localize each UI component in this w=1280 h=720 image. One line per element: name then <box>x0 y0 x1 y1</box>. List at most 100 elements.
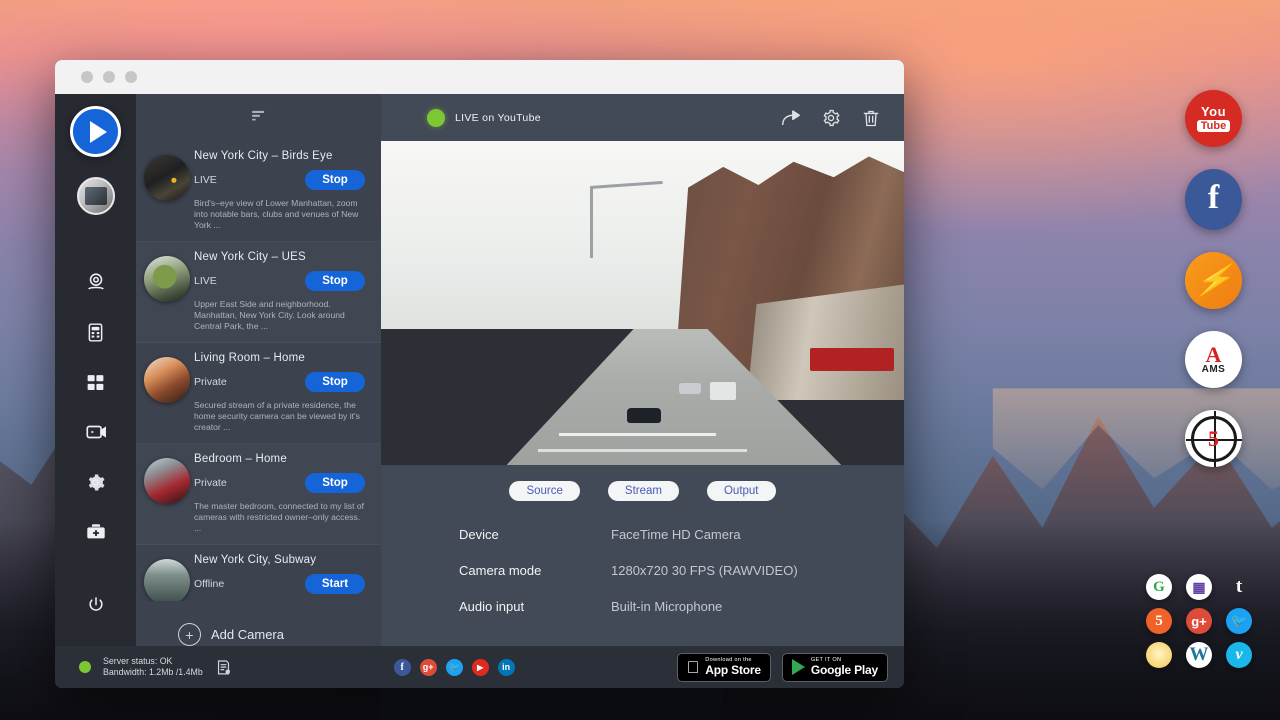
detail-label-audio-input: Audio input <box>459 599 611 614</box>
window-minimize-button[interactable] <box>103 71 115 83</box>
dock-wordpress[interactable]: W <box>1186 642 1212 668</box>
nav-item-power[interactable] <box>86 595 106 620</box>
dock-sun[interactable] <box>1146 642 1172 668</box>
camera-list-item[interactable]: New York City, Subway Offline Start New … <box>136 545 381 601</box>
window-maximize-button[interactable] <box>125 71 137 83</box>
server-status-dot <box>79 661 91 673</box>
social-googleplus[interactable]: g+ <box>420 659 437 676</box>
camera-list-item[interactable]: Bedroom – Home Private Stop The master b… <box>136 444 381 545</box>
tab-stream[interactable]: Stream <box>608 481 679 501</box>
tab-source[interactable]: Source <box>509 481 579 501</box>
video-car <box>627 408 661 423</box>
camera-title: New York City, Subway <box>194 554 371 566</box>
nav-avatar[interactable] <box>77 177 115 215</box>
desktop-dock: You Tube f ⚡ A AMS 5 <box>1185 90 1242 467</box>
server-status-text: Server status: OK <box>103 656 203 667</box>
camera-thumbnail <box>144 155 190 201</box>
statusbar-social-links: f g+ 🐦 ▶ in <box>394 659 515 676</box>
social-facebook[interactable]: f <box>394 659 411 676</box>
camera-description: Secured stream of a private residence, t… <box>194 400 371 433</box>
apple-logo-icon:  <box>687 659 700 676</box>
gear-icon <box>85 472 106 493</box>
dock-tumblr[interactable]: t <box>1226 574 1252 600</box>
live-indicator-dot <box>427 109 445 127</box>
app-window: New York City – Birds Eye LIVE Stop Bird… <box>55 60 904 688</box>
nav-item-device[interactable] <box>71 307 121 357</box>
camera-thumbnail <box>144 458 190 504</box>
detail-value-camera-mode[interactable]: 1280x720 30 FPS (RAWVIDEO) <box>611 563 798 578</box>
camera-action-button[interactable]: Start <box>305 574 365 594</box>
source-details: Device FaceTime HD Camera Camera mode 12… <box>381 501 904 646</box>
camera-title: New York City – UES <box>194 251 371 263</box>
tablet-device-icon <box>85 322 106 343</box>
adobe-a-icon: A <box>1206 345 1222 365</box>
dock-googleplus[interactable]: g+ <box>1186 608 1212 634</box>
tab-output[interactable]: Output <box>707 481 776 501</box>
detail-label-camera-mode: Camera mode <box>459 563 611 578</box>
video-streetlight-pole <box>590 186 593 257</box>
video-red-awning <box>810 348 894 371</box>
google-play-big-label: Google Play <box>811 664 878 676</box>
camera-description: Bird's–eye view of Lower Manhattan, zoom… <box>194 198 371 231</box>
detail-row: Audio input Built-in Microphone <box>459 599 904 614</box>
dock-adobe-ams[interactable]: A AMS <box>1185 331 1242 388</box>
dock-channel-five[interactable]: 5 <box>1185 410 1242 467</box>
camera-status: Private <box>194 376 227 388</box>
app-logo[interactable] <box>70 106 121 157</box>
dock-vimeo[interactable]: v <box>1226 642 1252 668</box>
nav-item-grid[interactable] <box>71 357 121 407</box>
camera-list-item[interactable]: Living Room – Home Private Stop Secured … <box>136 343 381 444</box>
webcam-icon <box>85 271 107 293</box>
add-camera-button[interactable]: + Add Camera <box>136 601 381 646</box>
camera-description: Upper East Side and neighborhood. Manhat… <box>194 299 371 332</box>
dock-wowza[interactable]: ⚡ <box>1185 252 1242 309</box>
camera-action-button[interactable]: Stop <box>305 271 365 291</box>
document-info-icon[interactable] <box>215 659 232 676</box>
bandwidth-text: Bandwidth: 1.2Mb /1.4Mb <box>103 667 203 678</box>
app-store-badge[interactable]:  Download on the App Store <box>677 653 771 682</box>
nav-item-toolkit[interactable] <box>71 507 121 557</box>
social-linkedin[interactable]: in <box>498 659 515 676</box>
camera-title: New York City – Birds Eye <box>194 150 371 162</box>
dock-twitch[interactable]: ▦ <box>1186 574 1212 600</box>
dock-youtube[interactable]: You Tube <box>1185 90 1242 147</box>
camera-list[interactable]: New York City – Birds Eye LIVE Stop Bird… <box>136 141 381 601</box>
nav-item-media[interactable] <box>71 407 121 457</box>
camera-action-button[interactable]: Stop <box>305 473 365 493</box>
google-play-badge[interactable]: GET IT ON Google Play <box>782 653 888 682</box>
nav-item-camera[interactable] <box>71 257 121 307</box>
camera-status: Private <box>194 477 227 489</box>
social-twitter[interactable]: 🐦 <box>446 659 463 676</box>
camera-list-item[interactable]: New York City – Birds Eye LIVE Stop Bird… <box>136 141 381 242</box>
dock-five-label: 5 <box>1208 426 1219 452</box>
dock-grammarly[interactable]: G <box>1146 574 1172 600</box>
gear-icon[interactable] <box>816 103 846 133</box>
nav-item-settings[interactable] <box>71 457 121 507</box>
settings-tabs: Source Stream Output <box>381 465 904 501</box>
detail-value-device[interactable]: FaceTime HD Camera <box>611 527 741 542</box>
share-arrow-icon[interactable] <box>776 103 806 133</box>
video-player-icon <box>85 421 107 443</box>
dock-twitter[interactable]: 🐦 <box>1226 608 1252 634</box>
window-close-button[interactable] <box>81 71 93 83</box>
video-preview[interactable] <box>381 141 904 465</box>
detail-value-audio-input[interactable]: Built-in Microphone <box>611 599 722 614</box>
add-camera-label: Add Camera <box>211 627 284 642</box>
camera-list-toolbar <box>136 94 381 141</box>
play-triangle-icon <box>90 121 107 143</box>
sort-filter-icon[interactable] <box>250 107 267 129</box>
window-titlebar <box>55 60 904 94</box>
camera-action-button[interactable]: Stop <box>305 372 365 392</box>
main-toolbar: LIVE on YouTube <box>381 94 904 141</box>
dock-five-alt[interactable]: 5 <box>1146 608 1172 634</box>
dock-facebook[interactable]: f <box>1185 169 1242 230</box>
camera-action-button[interactable]: Stop <box>305 170 365 190</box>
dock-ams-label: AMS <box>1202 365 1226 375</box>
trash-icon[interactable] <box>856 103 886 133</box>
grid-apps-icon <box>85 372 106 393</box>
social-youtube[interactable]: ▶ <box>472 659 489 676</box>
camera-status: Offline <box>194 578 224 590</box>
camera-list-item[interactable]: New York City – UES LIVE Stop Upper East… <box>136 242 381 343</box>
camera-status: LIVE <box>194 174 217 186</box>
camera-status: LIVE <box>194 275 217 287</box>
